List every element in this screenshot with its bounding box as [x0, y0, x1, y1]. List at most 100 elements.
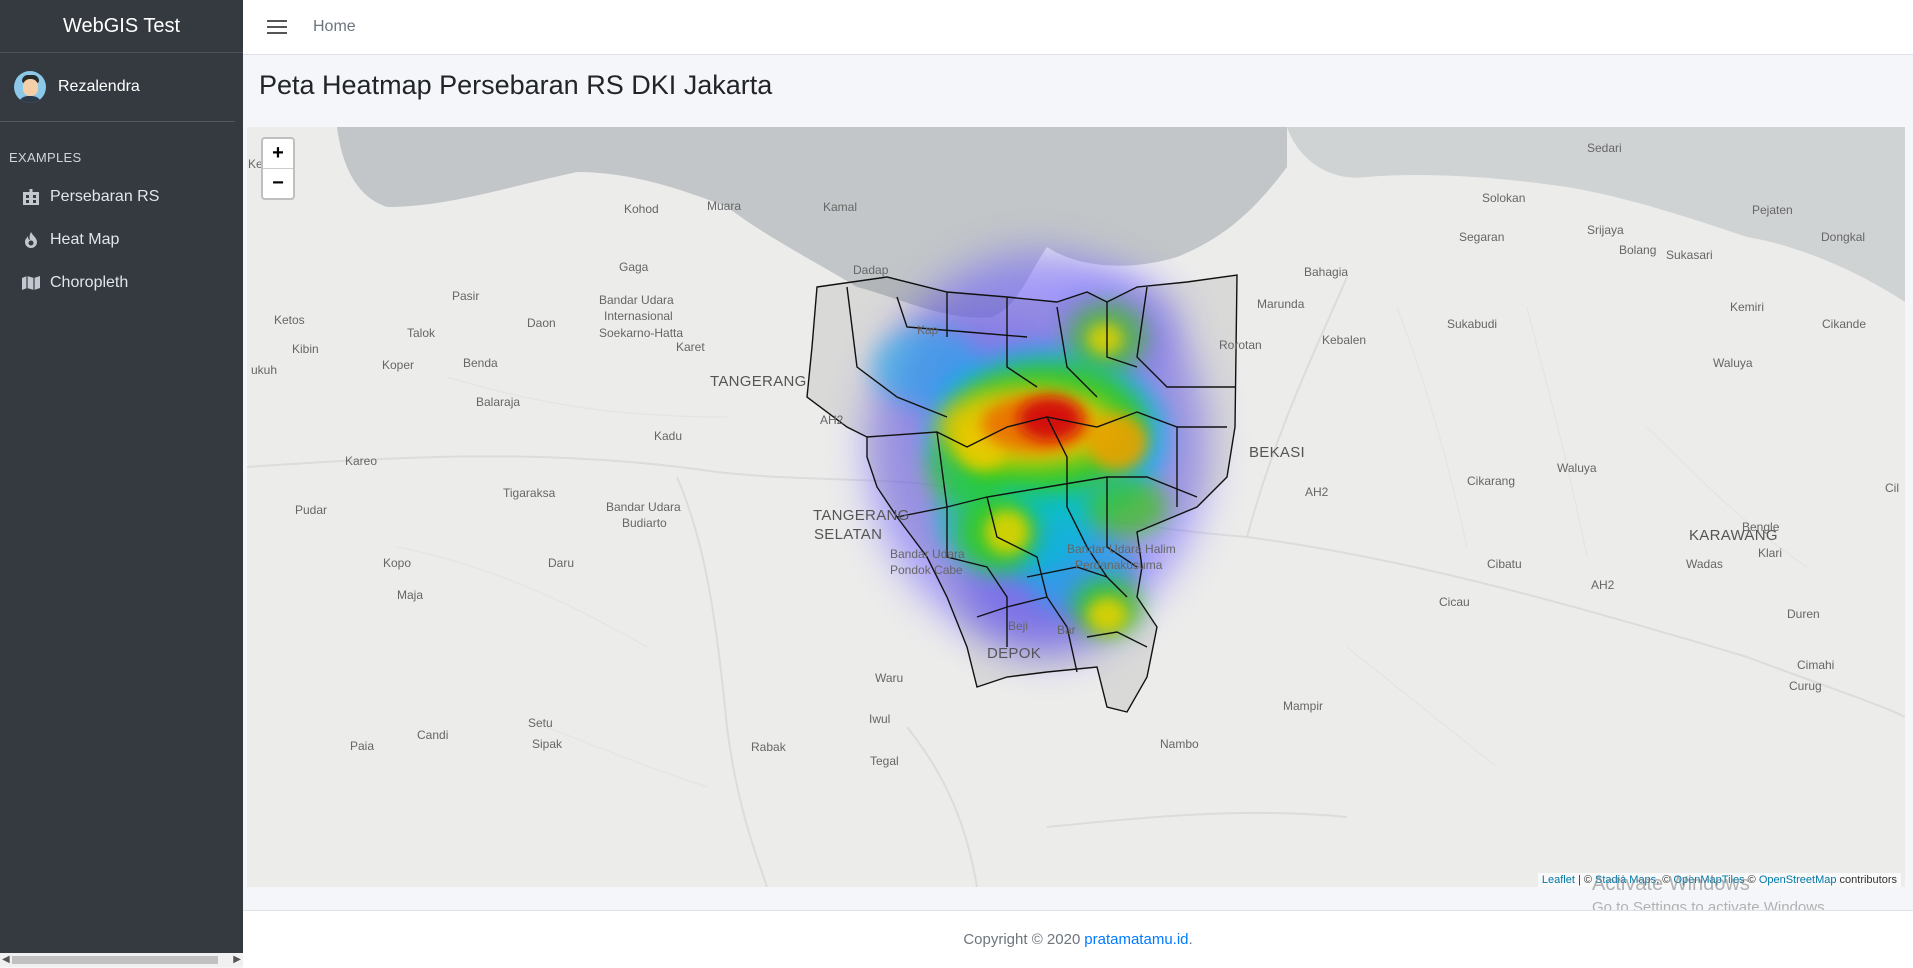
place-label: Cikarang: [1467, 474, 1516, 488]
place-label: ukuh: [251, 363, 278, 377]
place-label: Pondok Cabe: [890, 563, 963, 577]
map-canvas: [247, 127, 1905, 887]
brand-link[interactable]: WebGIS Test: [0, 0, 243, 53]
place-label: TANGERANG: [813, 507, 910, 524]
sidebar: WebGIS Test Rezalendra EXAMPLES Persebar…: [0, 0, 243, 967]
place-label: KARAWANG: [1689, 527, 1778, 544]
place-label: Sedari: [1587, 141, 1622, 155]
footer: Copyright © 2020 pratamatamu.id.: [243, 910, 1913, 968]
place-label: AH2: [1305, 485, 1329, 499]
place-label: Kopo: [383, 556, 412, 570]
place-label: Kadu: [654, 429, 683, 443]
place-label: Talok: [407, 326, 436, 340]
place-label: DEPOK: [987, 645, 1042, 662]
nav-home-link[interactable]: Home: [313, 18, 356, 36]
user-name[interactable]: Rezalendra: [58, 78, 140, 96]
place-label: Candi: [417, 728, 449, 742]
nav-header: EXAMPLES: [9, 150, 82, 165]
sidebar-item-heat-map[interactable]: Heat Map: [0, 218, 243, 261]
brand-text: WebGIS Test: [62, 14, 181, 37]
zoom-in-button[interactable]: +: [263, 139, 293, 169]
leaflet-link[interactable]: Leaflet: [1542, 874, 1575, 886]
place-label: AH2: [820, 413, 844, 427]
place-label: Budiarto: [622, 516, 667, 530]
place-label: Beji: [1008, 619, 1029, 633]
place-label: Tigaraksa: [503, 486, 556, 500]
place-label: Waluya: [1557, 461, 1597, 475]
place-label: Cibatu: [1487, 557, 1522, 571]
place-label: Benda: [463, 356, 498, 370]
sidebar-item-choropleth[interactable]: Choropleth: [0, 261, 243, 304]
place-label: Pasir: [452, 289, 480, 303]
user-panel[interactable]: Rezalendra: [0, 53, 235, 122]
place-label: Pudar: [295, 503, 328, 517]
place-label: Bandar Udara: [599, 293, 674, 307]
place-label: Marunda: [1257, 297, 1305, 311]
sidebar-item-persebaran-rs[interactable]: Persebaran RS: [0, 175, 243, 218]
horizontal-scrollbar[interactable]: ◀ ▶: [0, 953, 243, 967]
sidebar-item-label: Heat Map: [50, 230, 120, 248]
place-label: Dongkal: [1821, 230, 1866, 244]
hospital-icon: [20, 187, 42, 207]
zoom-out-button[interactable]: −: [263, 169, 293, 198]
place-label: Karet: [676, 340, 705, 354]
place-label: Kohod: [624, 202, 659, 216]
place-label: Bandar Udara: [890, 547, 965, 561]
place-label: BEKASI: [1249, 444, 1305, 461]
fire-icon: [20, 230, 42, 250]
openstreetmap-link[interactable]: OpenStreetMap: [1759, 874, 1837, 886]
place-label: Paia: [350, 739, 375, 753]
place-label: Daon: [527, 316, 556, 330]
sidebar-item-label: Choropleth: [50, 273, 129, 291]
place-label: Koper: [382, 358, 415, 372]
place-label: Bandar Udara: [606, 500, 681, 514]
scroll-right-icon[interactable]: ▶: [233, 954, 241, 965]
footer-link[interactable]: pratamatamu.id: [1084, 931, 1188, 948]
footer-dot: .: [1188, 931, 1193, 948]
top-navbar: Home: [243, 0, 1913, 55]
place-label: Bar: [1057, 623, 1076, 637]
place-label: Sukabudi: [1447, 317, 1498, 331]
place-label: Mampir: [1283, 699, 1324, 713]
sidebar-item-label: Persebaran RS: [50, 187, 160, 205]
avatar: [14, 71, 46, 103]
place-label: Gaga: [619, 260, 649, 274]
place-label: Balaraja: [476, 395, 521, 409]
place-label: Waru: [875, 671, 904, 685]
place-label: Cicau: [1439, 595, 1470, 609]
place-label: Ketos: [274, 313, 305, 327]
place-label: Bandar Udara Halim: [1067, 542, 1176, 556]
place-label: TANGERANG: [710, 373, 807, 390]
place-label: Daru: [548, 556, 575, 570]
place-label: AH2: [1591, 578, 1615, 592]
heatmap-map[interactable]: Sedari Solokan Pejaten Kohod Muara Srija…: [247, 127, 1905, 887]
scroll-left-icon[interactable]: ◀: [2, 954, 10, 965]
place-label: Duren: [1787, 607, 1820, 621]
place-label: Bolang: [1619, 243, 1657, 257]
attribution-tail: contributors: [1836, 874, 1897, 886]
place-label: Nambo: [1160, 737, 1199, 751]
activate-windows-title: Activate Windows: [1592, 873, 1750, 895]
place-label: Pejaten: [1752, 203, 1793, 217]
place-label: Wadas: [1686, 557, 1723, 571]
place-label: Tegal: [870, 754, 899, 768]
place-label: Bahagia: [1304, 265, 1349, 279]
place-label: SELATAN: [814, 526, 883, 543]
place-label: Sipak: [532, 737, 563, 751]
place-label: Iwul: [869, 712, 891, 726]
place-label: Segaran: [1459, 230, 1505, 244]
place-label: Kibin: [292, 342, 319, 356]
place-label: Cikande: [1822, 317, 1867, 331]
map-icon: [20, 273, 42, 293]
zoom-control: + −: [261, 137, 295, 200]
place-label: Curug: [1789, 679, 1822, 693]
place-label: Dadap: [853, 263, 889, 277]
place-label: Maja: [397, 588, 424, 602]
menu-toggle-icon[interactable]: [267, 20, 287, 34]
scrollbar-thumb[interactable]: [12, 956, 218, 964]
place-label: Muara: [707, 199, 742, 213]
place-label: Soekarno-Hatta: [599, 326, 684, 340]
place-label: Sukasari: [1666, 248, 1713, 262]
place-label: Solokan: [1482, 191, 1526, 205]
place-label: Kamal: [823, 200, 858, 214]
